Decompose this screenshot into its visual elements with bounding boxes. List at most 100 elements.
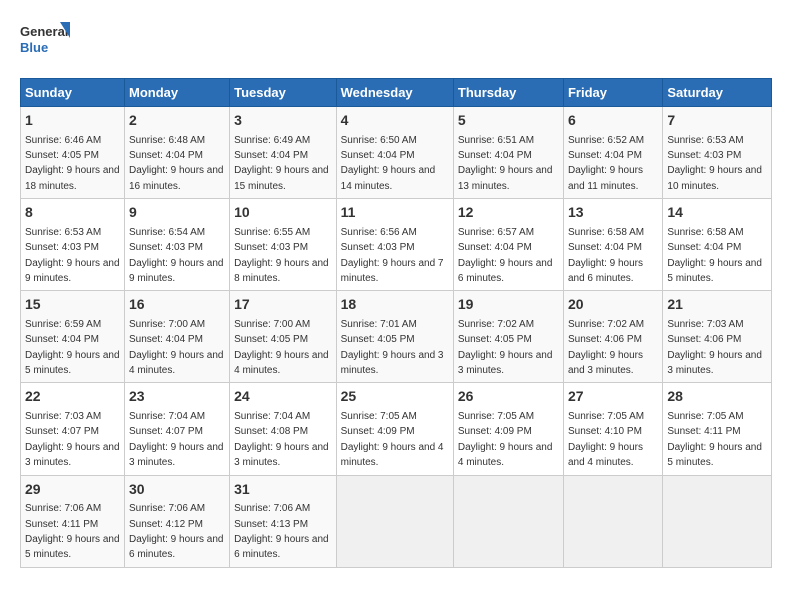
sunset-text: Sunset: 4:09 PM — [458, 426, 532, 437]
daylight-text: Daylight: 9 hours and 4 minutes. — [234, 350, 329, 376]
day-number: 22 — [25, 387, 120, 407]
sunset-text: Sunset: 4:04 PM — [568, 150, 642, 161]
sunset-text: Sunset: 4:06 PM — [667, 334, 741, 345]
day-number: 13 — [568, 203, 658, 223]
day-number: 31 — [234, 480, 332, 500]
day-number: 1 — [25, 111, 120, 131]
day-number: 25 — [341, 387, 449, 407]
daylight-text: Daylight: 9 hours and 5 minutes. — [25, 534, 120, 560]
daylight-text: Daylight: 9 hours and 3 minutes. — [667, 350, 762, 376]
day-cell — [563, 475, 662, 567]
daylight-text: Daylight: 9 hours and 13 minutes. — [458, 165, 553, 191]
logo-svg: General Blue — [20, 20, 70, 62]
daylight-text: Daylight: 9 hours and 5 minutes. — [25, 350, 120, 376]
sunrise-text: Sunrise: 7:06 AM — [234, 503, 310, 514]
day-cell: 21 Sunrise: 7:03 AM Sunset: 4:06 PM Dayl… — [663, 291, 772, 383]
day-number: 7 — [667, 111, 767, 131]
daylight-text: Daylight: 9 hours and 9 minutes. — [25, 258, 120, 284]
sunset-text: Sunset: 4:10 PM — [568, 426, 642, 437]
day-cell: 27 Sunrise: 7:05 AM Sunset: 4:10 PM Dayl… — [563, 383, 662, 475]
day-cell: 24 Sunrise: 7:04 AM Sunset: 4:08 PM Dayl… — [230, 383, 337, 475]
day-cell: 6 Sunrise: 6:52 AM Sunset: 4:04 PM Dayli… — [563, 107, 662, 199]
sunset-text: Sunset: 4:07 PM — [129, 426, 203, 437]
day-number: 30 — [129, 480, 225, 500]
daylight-text: Daylight: 9 hours and 7 minutes. — [341, 258, 444, 284]
svg-text:Blue: Blue — [20, 40, 48, 55]
sunrise-text: Sunrise: 7:02 AM — [568, 319, 644, 330]
header-cell-thursday: Thursday — [453, 79, 563, 107]
day-number: 23 — [129, 387, 225, 407]
day-cell: 30 Sunrise: 7:06 AM Sunset: 4:12 PM Dayl… — [124, 475, 229, 567]
daylight-text: Daylight: 9 hours and 16 minutes. — [129, 165, 224, 191]
sunset-text: Sunset: 4:03 PM — [667, 150, 741, 161]
week-row-2: 8 Sunrise: 6:53 AM Sunset: 4:03 PM Dayli… — [21, 199, 772, 291]
day-cell: 3 Sunrise: 6:49 AM Sunset: 4:04 PM Dayli… — [230, 107, 337, 199]
day-cell: 18 Sunrise: 7:01 AM Sunset: 4:05 PM Dayl… — [336, 291, 453, 383]
day-number: 8 — [25, 203, 120, 223]
day-cell: 22 Sunrise: 7:03 AM Sunset: 4:07 PM Dayl… — [21, 383, 125, 475]
day-number: 21 — [667, 295, 767, 315]
day-number: 12 — [458, 203, 559, 223]
sunrise-text: Sunrise: 7:05 AM — [568, 411, 644, 422]
sunrise-text: Sunrise: 7:05 AM — [341, 411, 417, 422]
sunset-text: Sunset: 4:03 PM — [129, 242, 203, 253]
sunrise-text: Sunrise: 7:06 AM — [25, 503, 101, 514]
day-number: 28 — [667, 387, 767, 407]
day-number: 27 — [568, 387, 658, 407]
day-number: 16 — [129, 295, 225, 315]
day-cell: 17 Sunrise: 7:00 AM Sunset: 4:05 PM Dayl… — [230, 291, 337, 383]
calendar-table: SundayMondayTuesdayWednesdayThursdayFrid… — [20, 78, 772, 568]
day-number: 18 — [341, 295, 449, 315]
week-row-5: 29 Sunrise: 7:06 AM Sunset: 4:11 PM Dayl… — [21, 475, 772, 567]
sunset-text: Sunset: 4:05 PM — [25, 150, 99, 161]
day-cell: 1 Sunrise: 6:46 AM Sunset: 4:05 PM Dayli… — [21, 107, 125, 199]
day-cell: 7 Sunrise: 6:53 AM Sunset: 4:03 PM Dayli… — [663, 107, 772, 199]
day-cell: 25 Sunrise: 7:05 AM Sunset: 4:09 PM Dayl… — [336, 383, 453, 475]
day-number: 5 — [458, 111, 559, 131]
sunset-text: Sunset: 4:13 PM — [234, 519, 308, 530]
day-cell: 26 Sunrise: 7:05 AM Sunset: 4:09 PM Dayl… — [453, 383, 563, 475]
sunrise-text: Sunrise: 6:52 AM — [568, 135, 644, 146]
daylight-text: Daylight: 9 hours and 9 minutes. — [129, 258, 224, 284]
day-cell: 8 Sunrise: 6:53 AM Sunset: 4:03 PM Dayli… — [21, 199, 125, 291]
day-cell: 10 Sunrise: 6:55 AM Sunset: 4:03 PM Dayl… — [230, 199, 337, 291]
daylight-text: Daylight: 9 hours and 4 minutes. — [129, 350, 224, 376]
sunset-text: Sunset: 4:04 PM — [458, 242, 532, 253]
sunrise-text: Sunrise: 7:04 AM — [234, 411, 310, 422]
daylight-text: Daylight: 9 hours and 6 minutes. — [129, 534, 224, 560]
daylight-text: Daylight: 9 hours and 6 minutes. — [568, 258, 643, 284]
header-cell-monday: Monday — [124, 79, 229, 107]
sunset-text: Sunset: 4:04 PM — [129, 150, 203, 161]
sunrise-text: Sunrise: 6:57 AM — [458, 227, 534, 238]
sunset-text: Sunset: 4:03 PM — [341, 242, 415, 253]
sunset-text: Sunset: 4:04 PM — [568, 242, 642, 253]
sunrise-text: Sunrise: 6:58 AM — [568, 227, 644, 238]
sunset-text: Sunset: 4:03 PM — [234, 242, 308, 253]
day-number: 14 — [667, 203, 767, 223]
day-cell: 31 Sunrise: 7:06 AM Sunset: 4:13 PM Dayl… — [230, 475, 337, 567]
day-number: 24 — [234, 387, 332, 407]
day-number: 6 — [568, 111, 658, 131]
header-row: SundayMondayTuesdayWednesdayThursdayFrid… — [21, 79, 772, 107]
daylight-text: Daylight: 9 hours and 3 minutes. — [458, 350, 553, 376]
sunrise-text: Sunrise: 7:03 AM — [25, 411, 101, 422]
sunrise-text: Sunrise: 6:58 AM — [667, 227, 743, 238]
day-cell: 16 Sunrise: 7:00 AM Sunset: 4:04 PM Dayl… — [124, 291, 229, 383]
sunrise-text: Sunrise: 7:04 AM — [129, 411, 205, 422]
day-cell: 29 Sunrise: 7:06 AM Sunset: 4:11 PM Dayl… — [21, 475, 125, 567]
daylight-text: Daylight: 9 hours and 6 minutes. — [234, 534, 329, 560]
daylight-text: Daylight: 9 hours and 4 minutes. — [458, 442, 553, 468]
day-number: 10 — [234, 203, 332, 223]
daylight-text: Daylight: 9 hours and 18 minutes. — [25, 165, 120, 191]
sunset-text: Sunset: 4:04 PM — [129, 334, 203, 345]
day-number: 3 — [234, 111, 332, 131]
sunrise-text: Sunrise: 6:53 AM — [25, 227, 101, 238]
day-cell: 13 Sunrise: 6:58 AM Sunset: 4:04 PM Dayl… — [563, 199, 662, 291]
sunset-text: Sunset: 4:09 PM — [341, 426, 415, 437]
sunrise-text: Sunrise: 6:59 AM — [25, 319, 101, 330]
header-cell-friday: Friday — [563, 79, 662, 107]
sunset-text: Sunset: 4:04 PM — [458, 150, 532, 161]
sunrise-text: Sunrise: 7:05 AM — [458, 411, 534, 422]
sunset-text: Sunset: 4:12 PM — [129, 519, 203, 530]
day-cell: 9 Sunrise: 6:54 AM Sunset: 4:03 PM Dayli… — [124, 199, 229, 291]
